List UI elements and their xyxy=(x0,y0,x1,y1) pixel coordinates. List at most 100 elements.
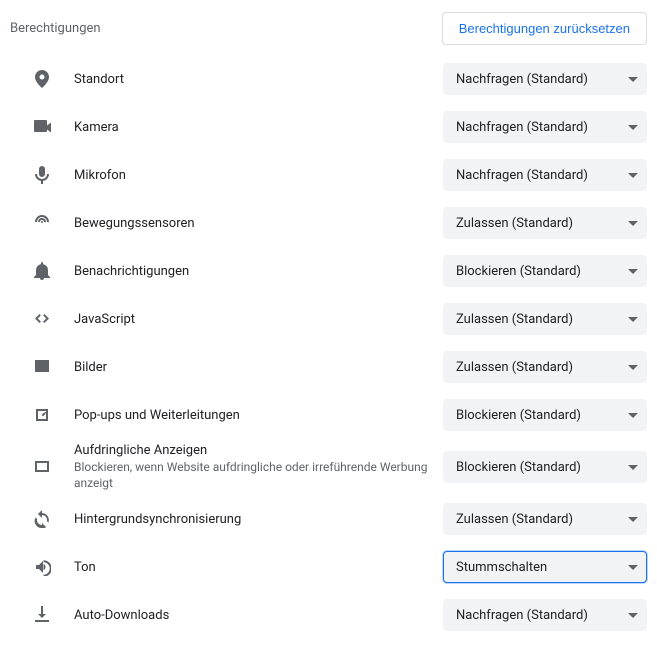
permission-label: Mikrofon xyxy=(74,168,431,183)
permission-label-cell: Benachrichtigungen xyxy=(74,264,443,279)
chevron-down-icon xyxy=(628,613,638,618)
permission-select-cell: Zulassen (Standard) xyxy=(443,207,647,239)
permission-label-cell: Aufdringliche Anzeigen Blockieren, wenn W… xyxy=(74,443,443,491)
permission-dropdown-value: Blockieren (Standard) xyxy=(456,460,581,475)
permission-row: Auto-Downloads Nachfragen (Standard) xyxy=(10,591,647,639)
permission-dropdown[interactable]: Stummschalten xyxy=(443,551,647,583)
permission-select-cell: Nachfragen (Standard) xyxy=(443,63,647,95)
permission-dropdown[interactable]: Blockieren (Standard) xyxy=(443,399,647,431)
permission-select-cell: Zulassen (Standard) xyxy=(443,351,647,383)
permission-row: Bilder Zulassen (Standard) xyxy=(10,343,647,391)
permission-dropdown-value: Blockieren (Standard) xyxy=(456,264,581,279)
permission-row: Bewegungssensoren Zulassen (Standard) xyxy=(10,199,647,247)
permission-select-cell: Nachfragen (Standard) xyxy=(443,159,647,191)
reset-permissions-button[interactable]: Berechtigungen zurücksetzen xyxy=(442,12,647,45)
images-icon xyxy=(10,358,74,376)
permission-dropdown-value: Nachfragen (Standard) xyxy=(456,608,588,623)
ads-icon xyxy=(10,458,74,476)
permission-dropdown-value: Stummschalten xyxy=(456,560,547,575)
chevron-down-icon xyxy=(628,317,638,322)
permissions-section-title: Berechtigungen xyxy=(10,21,101,36)
permission-select-cell: Blockieren (Standard) xyxy=(443,451,647,483)
permission-sublabel: Blockieren, wenn Website aufdringliche o… xyxy=(74,460,431,491)
camera-icon xyxy=(10,118,74,136)
permission-dropdown[interactable]: Nachfragen (Standard) xyxy=(443,599,647,631)
permission-label: Benachrichtigungen xyxy=(74,264,431,279)
permission-row: Hintergrundsynchronisierung Zulassen (Sta… xyxy=(10,495,647,543)
permission-dropdown[interactable]: Zulassen (Standard) xyxy=(443,351,647,383)
permission-row: Aufdringliche Anzeigen Blockieren, wenn W… xyxy=(10,439,647,495)
permission-dropdown-value: Zulassen (Standard) xyxy=(456,312,573,327)
permission-select-cell: Zulassen (Standard) xyxy=(443,303,647,335)
permission-label: Bilder xyxy=(74,360,431,375)
sound-icon xyxy=(10,558,74,576)
notifications-icon xyxy=(10,262,74,280)
permission-label-cell: Standort xyxy=(74,72,443,87)
chevron-down-icon xyxy=(628,269,638,274)
chevron-down-icon xyxy=(628,77,638,82)
popups-icon xyxy=(10,406,74,424)
permission-row: Kamera Nachfragen (Standard) xyxy=(10,103,647,151)
permission-dropdown[interactable]: Zulassen (Standard) xyxy=(443,503,647,535)
permission-label: Hintergrundsynchronisierung xyxy=(74,512,431,527)
permission-dropdown[interactable]: Zulassen (Standard) xyxy=(443,207,647,239)
microphone-icon xyxy=(10,166,74,184)
download-icon xyxy=(10,606,74,624)
permission-dropdown-value: Blockieren (Standard) xyxy=(456,408,581,423)
location-icon xyxy=(10,70,74,88)
permission-select-cell: Blockieren (Standard) xyxy=(443,255,647,287)
permission-select-cell: Nachfragen (Standard) xyxy=(443,599,647,631)
permission-row: Benachrichtigungen Blockieren (Standard) xyxy=(10,247,647,295)
permission-label-cell: Bewegungssensoren xyxy=(74,216,443,231)
permission-label: Auto-Downloads xyxy=(74,608,431,623)
permission-label-cell: Auto-Downloads xyxy=(74,608,443,623)
background-sync-icon xyxy=(10,510,74,528)
permission-label-cell: Mikrofon xyxy=(74,168,443,183)
permission-select-cell: Zulassen (Standard) xyxy=(443,503,647,535)
permission-label: Kamera xyxy=(74,120,431,135)
javascript-icon xyxy=(10,310,74,328)
permission-row: Ton Stummschalten xyxy=(10,543,647,591)
permission-dropdown[interactable]: Blockieren (Standard) xyxy=(443,451,647,483)
permission-label: Ton xyxy=(74,560,431,575)
permission-select-cell: Blockieren (Standard) xyxy=(443,399,647,431)
chevron-down-icon xyxy=(628,125,638,130)
permission-label-cell: Hintergrundsynchronisierung xyxy=(74,512,443,527)
permission-select-cell: Nachfragen (Standard) xyxy=(443,111,647,143)
chevron-down-icon xyxy=(628,565,638,570)
permission-label-cell: JavaScript xyxy=(74,312,443,327)
permission-dropdown[interactable]: Nachfragen (Standard) xyxy=(443,159,647,191)
permission-row: JavaScript Zulassen (Standard) xyxy=(10,295,647,343)
permission-dropdown[interactable]: Nachfragen (Standard) xyxy=(443,111,647,143)
permission-label-cell: Kamera xyxy=(74,120,443,135)
chevron-down-icon xyxy=(628,517,638,522)
permission-label-cell: Ton xyxy=(74,560,443,575)
permission-label-cell: Pop-ups und Weiterleitungen xyxy=(74,408,443,423)
chevron-down-icon xyxy=(628,173,638,178)
permission-row: Standort Nachfragen (Standard) xyxy=(10,55,647,103)
permissions-list: Standort Nachfragen (Standard) Kamera Nachf… xyxy=(10,55,647,639)
motion-sensors-icon xyxy=(10,214,74,232)
permission-label: JavaScript xyxy=(74,312,431,327)
permission-dropdown-value: Nachfragen (Standard) xyxy=(456,120,588,135)
permission-dropdown-value: Nachfragen (Standard) xyxy=(456,168,588,183)
permission-label: Pop-ups und Weiterleitungen xyxy=(74,408,431,423)
permission-dropdown-value: Zulassen (Standard) xyxy=(456,216,573,231)
permission-label: Standort xyxy=(74,72,431,87)
chevron-down-icon xyxy=(628,413,638,418)
permission-label-cell: Bilder xyxy=(74,360,443,375)
permission-dropdown-value: Zulassen (Standard) xyxy=(456,512,573,527)
permission-dropdown-value: Nachfragen (Standard) xyxy=(456,72,588,87)
permission-select-cell: Stummschalten xyxy=(443,551,647,583)
chevron-down-icon xyxy=(628,221,638,226)
permission-row: Pop-ups und Weiterleitungen Blockieren (S… xyxy=(10,391,647,439)
permission-dropdown[interactable]: Zulassen (Standard) xyxy=(443,303,647,335)
permission-row: Mikrofon Nachfragen (Standard) xyxy=(10,151,647,199)
permission-dropdown[interactable]: Nachfragen (Standard) xyxy=(443,63,647,95)
chevron-down-icon xyxy=(628,465,638,470)
permission-label: Bewegungssensoren xyxy=(74,216,431,231)
permission-dropdown-value: Zulassen (Standard) xyxy=(456,360,573,375)
chevron-down-icon xyxy=(628,365,638,370)
permission-label: Aufdringliche Anzeigen xyxy=(74,443,431,458)
permission-dropdown[interactable]: Blockieren (Standard) xyxy=(443,255,647,287)
